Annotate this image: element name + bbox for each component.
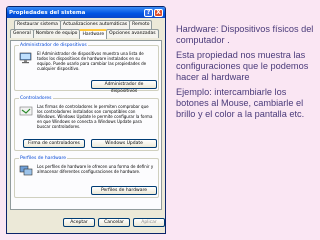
description-hardware: Hardware: Dispositivos físicos del compu… (176, 24, 314, 45)
cancel-button[interactable]: Cancelar (98, 218, 130, 227)
windows-update-button[interactable]: Windows Update (91, 139, 157, 148)
tab-general[interactable]: General (10, 29, 34, 38)
hardware-profiles-text: Los perfiles de hardware le ofrecen una … (37, 164, 154, 174)
device-manager-group: Administrador de dispositivos El Adminis… (14, 43, 159, 94)
device-manager-icon (19, 52, 32, 64)
title-bar[interactable]: Propiedades del sistema ? X (7, 7, 165, 18)
tab-opciones-avanzadas[interactable]: Opciones avanzadas (106, 29, 159, 38)
drivers-label: Controladores (19, 96, 53, 101)
drivers-group: Controladores Las firmas de controladore… (14, 96, 159, 151)
hardware-profiles-label: Perfiles de hardware (19, 156, 68, 161)
dialog-title: Propiedades del sistema (9, 9, 86, 16)
tab-hardware[interactable]: Hardware (79, 29, 108, 39)
description-property: Esta propiedad nos muestra las configura… (176, 50, 309, 82)
tab-restaurar-sistema[interactable]: Restaurar sistema (14, 20, 61, 29)
tab-nombre-equipo[interactable]: Nombre de equipo (32, 29, 81, 38)
system-properties-dialog: Propiedades del sistema ? X Restaurar si… (6, 6, 166, 234)
description-example: Ejemplo: intercambiarle los botones al M… (176, 87, 305, 119)
tab-actualizaciones[interactable]: Actualizaciones automáticas (59, 20, 131, 29)
apply-button[interactable]: Aplicar (133, 218, 165, 227)
driver-icon (19, 106, 33, 116)
close-button[interactable]: X (154, 8, 163, 17)
device-manager-text: El Administrador de dispositivos muestra… (37, 51, 147, 71)
description-text: Hardware: Dispositivos físicos del compu… (176, 24, 316, 124)
tab-strip: Restaurar sistema Actualizaciones automá… (7, 18, 165, 40)
accept-button[interactable]: Aceptar (63, 218, 95, 227)
driver-signing-button[interactable]: Firma de controladores (23, 139, 85, 148)
hardware-profile-icon (19, 165, 33, 176)
tab-remoto[interactable]: Remoto (129, 20, 153, 29)
device-manager-label: Administrador de dispositivos (19, 43, 88, 48)
device-manager-button[interactable]: Administrador de dispositivos (91, 80, 157, 94)
drivers-text: Las firmas de controladores le permiten … (37, 104, 153, 129)
hardware-profiles-button[interactable]: Perfiles de hardware (91, 186, 157, 195)
help-button[interactable]: ? (144, 8, 153, 17)
hardware-profiles-group: Perfiles de hardware Los perfiles de har… (14, 156, 159, 198)
hardware-panel: Administrador de dispositivos El Adminis… (10, 40, 162, 210)
